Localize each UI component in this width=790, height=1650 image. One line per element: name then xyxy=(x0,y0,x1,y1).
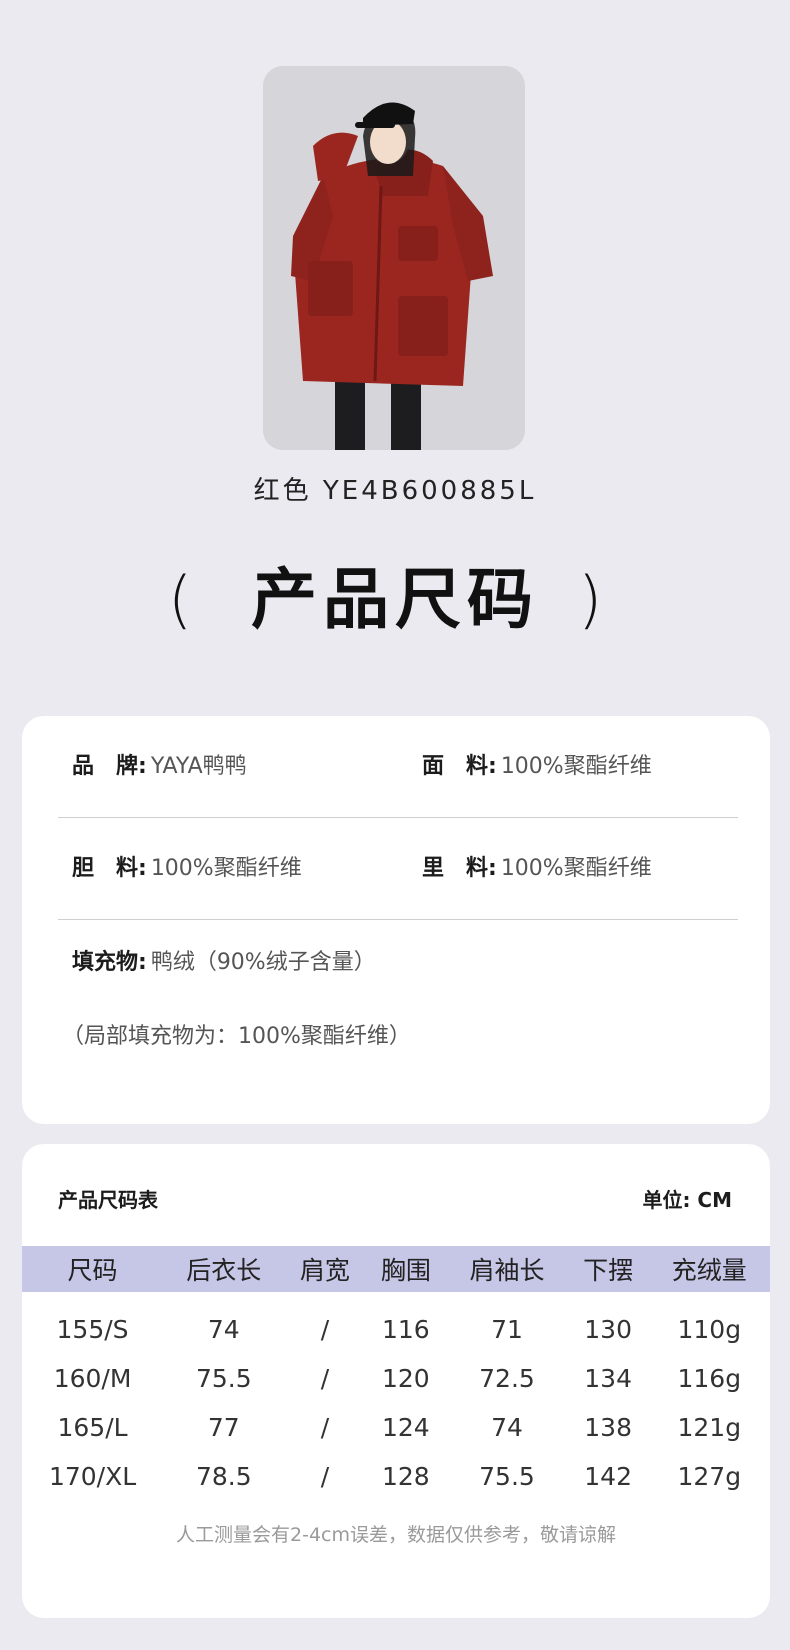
table-cell: 142 xyxy=(584,1462,632,1491)
size-table: 尺码 后衣长 肩宽 胸围 肩袖长 下摆 充绒量 155/S 74 / 116 7… xyxy=(22,1246,770,1501)
table-cell: 74 xyxy=(207,1314,240,1344)
table-cell: 120 xyxy=(381,1364,430,1393)
material-row: 品 牌: YAYA鸭鸭 面 料: 100%聚酯纤维 xyxy=(58,716,738,818)
field-value: 鸭绒（90%绒子含量） xyxy=(150,950,376,975)
column-header: 后衣长 xyxy=(163,1246,285,1292)
filling-note: （局部填充物为：100%聚酯纤维） xyxy=(62,1024,411,1049)
product-photo xyxy=(263,66,525,450)
table-cell: 130 xyxy=(584,1314,632,1344)
table-cell: 121g xyxy=(677,1413,742,1442)
table-cell: 75.5 xyxy=(479,1462,535,1491)
table-cell: 77 xyxy=(207,1413,240,1442)
table-cell: 134 xyxy=(584,1364,632,1393)
outer-fabric-field: 面 料: 100%聚酯纤维 xyxy=(422,716,652,818)
table-cell: 128 xyxy=(381,1462,430,1491)
size-chart-card: 产品尺码表 单位: CM 尺码 后衣长 肩宽 胸围 肩袖长 下摆 充绒量 155… xyxy=(22,1144,770,1618)
table-cell: / xyxy=(320,1462,330,1491)
column-header: 肩宽 xyxy=(284,1246,366,1292)
table-cell: 165/L xyxy=(57,1413,128,1442)
table-cell: 138 xyxy=(584,1413,632,1442)
table-row: 155/S 74 / 116 71 130 110g xyxy=(22,1292,770,1354)
table-cell: / xyxy=(320,1413,330,1442)
size-chart-title: 产品尺码表 xyxy=(58,1188,158,1212)
heading-title: 产品尺码 xyxy=(251,561,539,638)
table-cell: / xyxy=(320,1364,330,1393)
table-cell: 124 xyxy=(381,1413,430,1442)
heading-close-paren: ) xyxy=(578,563,603,636)
table-cell: 110g xyxy=(677,1314,742,1344)
field-key: 里 料: xyxy=(422,856,497,881)
table-cell: 71 xyxy=(491,1314,523,1344)
table-cell: 78.5 xyxy=(195,1462,252,1491)
table-cell: 116g xyxy=(677,1364,742,1393)
field-key: 填充物: xyxy=(72,950,147,975)
table-cell: 127g xyxy=(677,1462,742,1491)
liner-fabric-field: 胆 料: 100%聚酯纤维 xyxy=(72,818,302,920)
table-cell: 74 xyxy=(491,1413,523,1442)
column-header: 尺码 xyxy=(22,1246,164,1292)
material-card: 品 牌: YAYA鸭鸭 面 料: 100%聚酯纤维 胆 料: 100%聚酯纤维 里 料… xyxy=(22,716,770,1124)
column-header: 下摆 xyxy=(567,1246,649,1292)
lining-field: 里 料: 100%聚酯纤维 xyxy=(422,818,652,920)
field-value: 100%聚酯纤维 xyxy=(500,856,652,881)
table-row: 170/XL 78.5 / 128 75.5 142 127g xyxy=(22,1452,770,1501)
table-cell: 170/XL xyxy=(48,1462,137,1491)
table-cell: 75.5 xyxy=(195,1364,252,1393)
table-cell: 160/M xyxy=(53,1364,132,1393)
section-heading: ( 产品尺码 ) xyxy=(0,555,790,645)
table-row: 165/L 77 / 124 74 138 121g xyxy=(22,1403,770,1452)
table-cell: / xyxy=(320,1314,330,1344)
size-chart-unit: 单位: CM xyxy=(642,1188,732,1212)
field-value: YAYA鸭鸭 xyxy=(150,754,247,779)
table-cell: 72.5 xyxy=(479,1364,535,1393)
field-key: 品 牌: xyxy=(72,754,147,779)
filling-field: 填充物: 鸭绒（90%绒子含量） xyxy=(72,948,376,978)
model-photo-illustration xyxy=(263,66,525,450)
table-cell: 116 xyxy=(381,1314,430,1344)
column-header: 充绒量 xyxy=(648,1246,770,1292)
brand-field: 品 牌: YAYA鸭鸭 xyxy=(72,716,247,818)
product-color-code: 红色 YE4B600885L xyxy=(253,476,537,506)
table-row: 160/M 75.5 / 120 72.5 134 116g xyxy=(22,1354,770,1403)
field-key: 胆 料: xyxy=(72,856,147,881)
field-value: 100%聚酯纤维 xyxy=(500,754,652,779)
material-row: 胆 料: 100%聚酯纤维 里 料: 100%聚酯纤维 xyxy=(58,818,738,920)
column-header: 胸围 xyxy=(365,1246,447,1292)
field-key: 面 料: xyxy=(422,754,497,779)
field-value: 100%聚酯纤维 xyxy=(150,856,302,881)
column-header: 肩袖长 xyxy=(446,1246,568,1292)
measurement-disclaimer: 人工测量会有2-4cm误差，数据仅供参考，敬请谅解 xyxy=(176,1524,616,1546)
table-cell: 155/S xyxy=(56,1314,129,1344)
size-table-header: 尺码 后衣长 肩宽 胸围 肩袖长 下摆 充绒量 xyxy=(22,1246,770,1292)
